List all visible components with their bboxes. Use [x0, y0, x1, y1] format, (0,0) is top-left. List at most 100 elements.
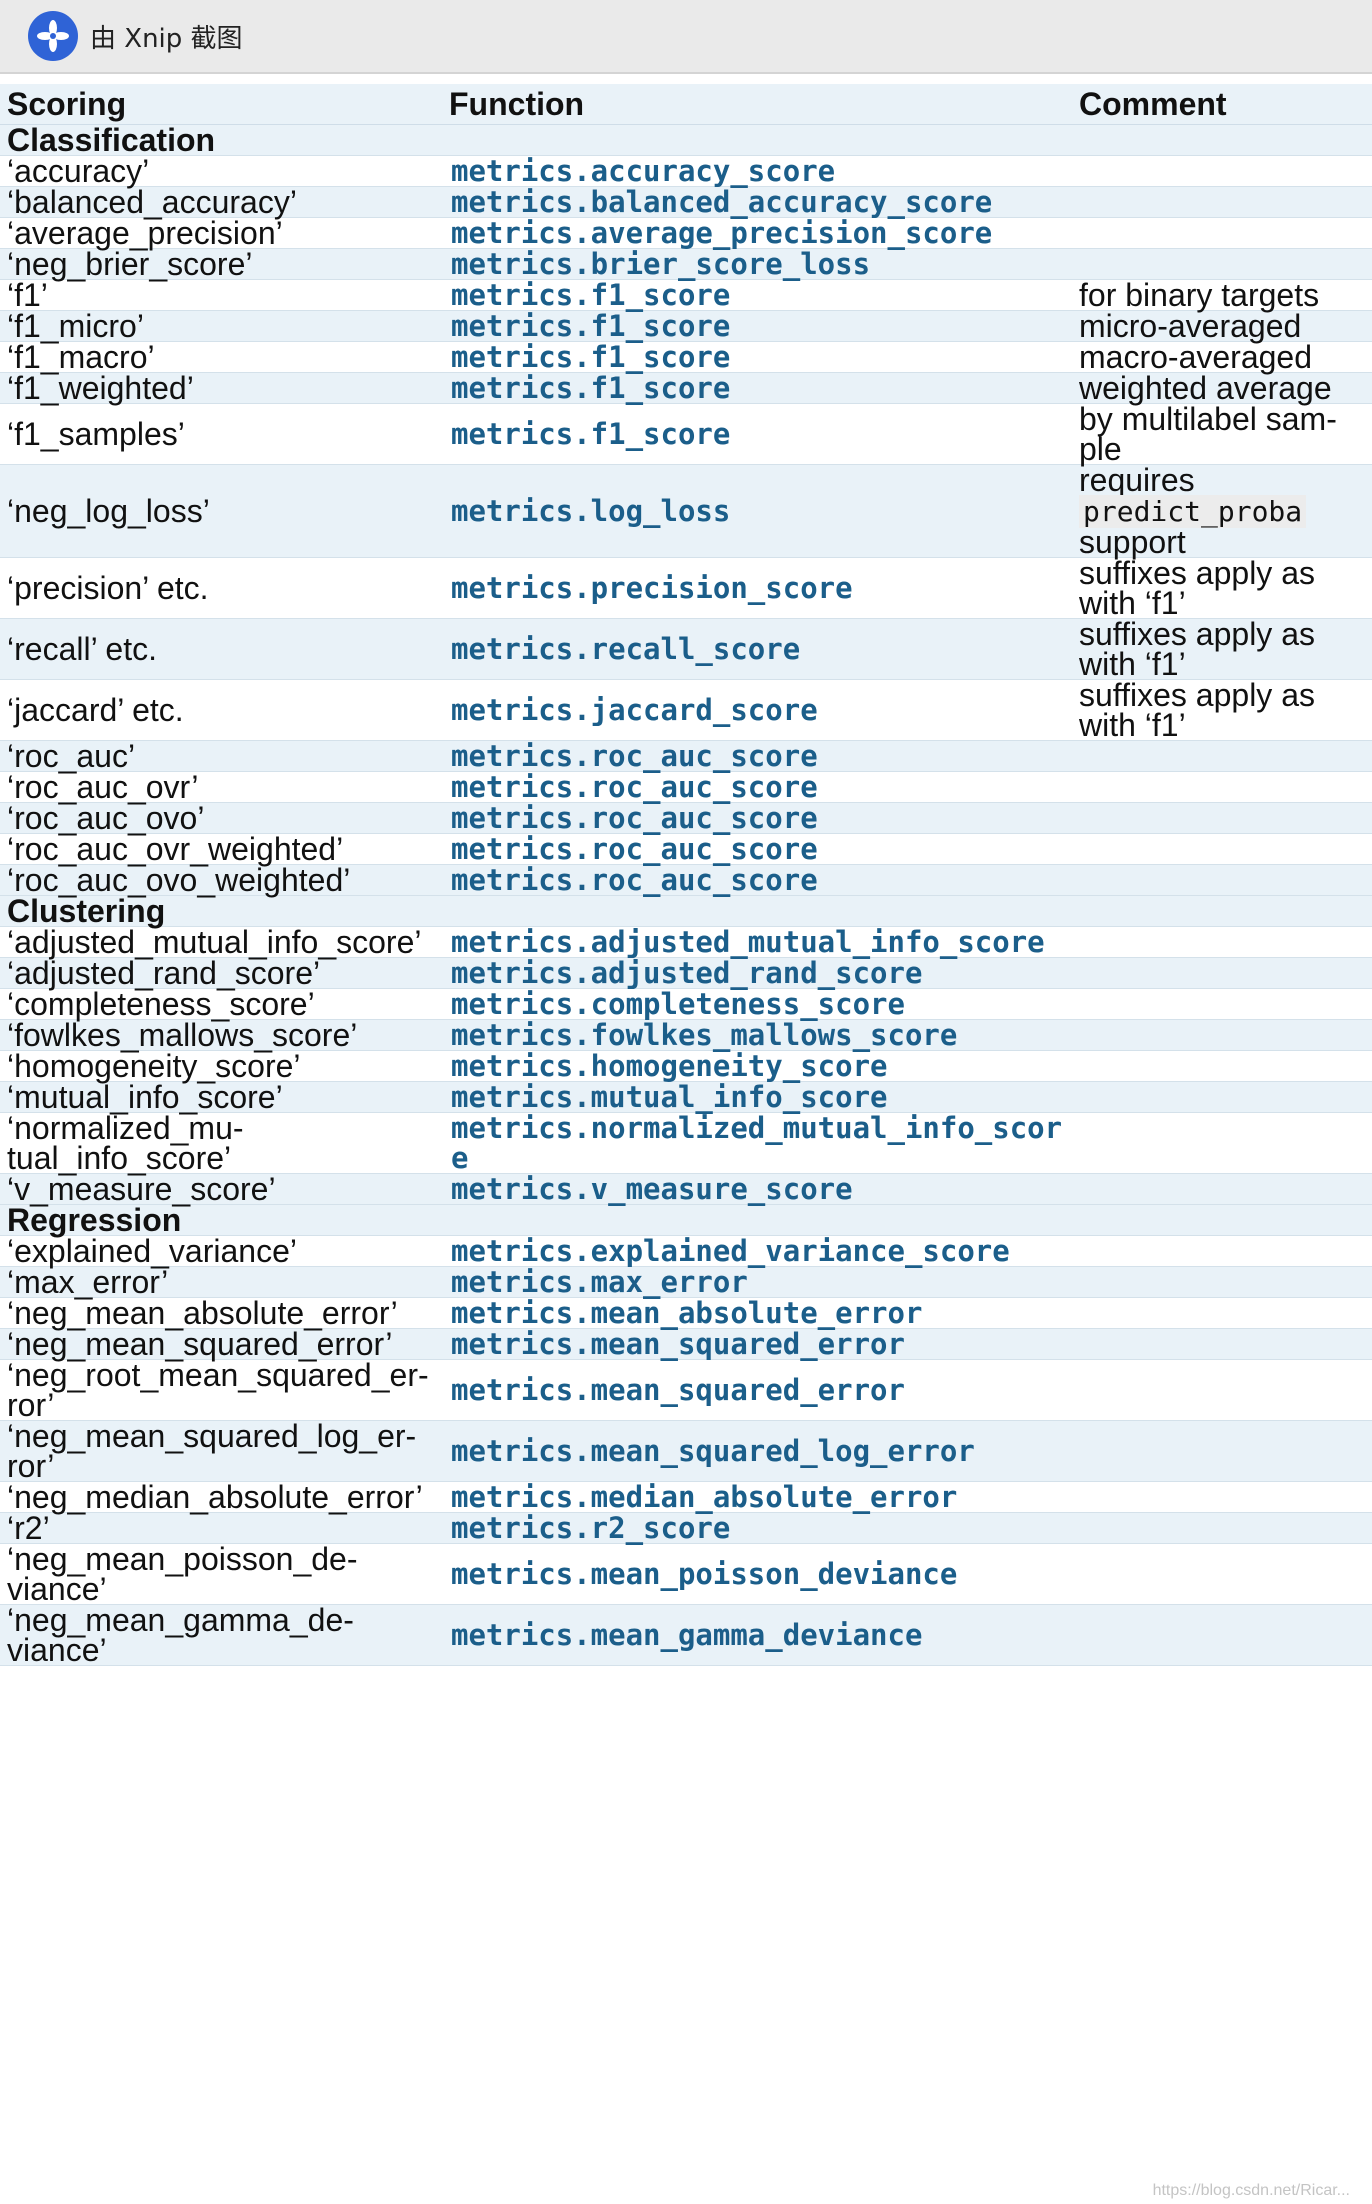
table-row: ‘normalized_mu-tual_info_score’ metrics.n…	[0, 1112, 1372, 1174]
table-row: ‘balanced_accuracy’ metrics.balanced_accu…	[0, 186, 1372, 218]
function-link[interactable]: metrics.roc_auc_score	[442, 740, 1072, 772]
comment-cell	[1072, 988, 1372, 1020]
comment-cell	[1072, 833, 1372, 865]
comment-cell	[1072, 1481, 1372, 1513]
pinwheel-icon	[37, 20, 69, 52]
table-row: ‘roc_auc’ metrics.roc_auc_score	[0, 740, 1372, 772]
function-link[interactable]: metrics.average_precision_score	[442, 217, 1072, 249]
scoring-cell: ‘completeness_score’	[0, 988, 442, 1020]
comment-cell	[1072, 771, 1372, 803]
table-row: ‘precision’ etc. metrics.precision_score s…	[0, 557, 1372, 619]
table-row: ‘neg_mean_squared_log_er-ror’ metrics.mea…	[0, 1420, 1372, 1482]
function-link[interactable]: metrics.mean_squared_error	[442, 1328, 1072, 1360]
comment-cell	[1072, 1173, 1372, 1205]
table-row: ‘explained_variance’ metrics.explained_va…	[0, 1235, 1372, 1267]
scoring-cell: ‘roc_auc_ovr_weighted’	[0, 833, 442, 865]
function-link[interactable]: metrics.f1_score	[442, 279, 1072, 311]
function-link[interactable]: metrics.roc_auc_score	[442, 833, 1072, 865]
function-link[interactable]: metrics.roc_auc_score	[442, 864, 1072, 896]
scoring-cell: ‘roc_auc’	[0, 740, 442, 772]
scoring-cell: ‘accuracy’	[0, 155, 442, 187]
section-title: Clustering	[0, 895, 1372, 927]
table-row: ‘adjusted_rand_score’ metrics.adjusted_ra…	[0, 957, 1372, 989]
function-link[interactable]: metrics.balanced_accuracy_score	[442, 186, 1072, 218]
scoring-cell: ‘average_precision’	[0, 217, 442, 249]
function-link[interactable]: metrics.mean_squared_log_error	[442, 1420, 1072, 1482]
function-link[interactable]: metrics.f1_score	[442, 310, 1072, 342]
comment-cell: macro-averaged	[1072, 341, 1372, 373]
comment-cell	[1072, 1359, 1372, 1421]
table-row: ‘neg_mean_gamma_de-viance’ metrics.mean_g…	[0, 1604, 1372, 1666]
function-link[interactable]: metrics.r2_score	[442, 1512, 1072, 1544]
table-row: ‘roc_auc_ovo_weighted’ metrics.roc_auc_sc…	[0, 864, 1372, 896]
function-link[interactable]: metrics.precision_score	[442, 557, 1072, 619]
scoring-cell: ‘neg_root_mean_squared_er-ror’	[0, 1359, 442, 1421]
table-row: ‘neg_mean_absolute_error’ metrics.mean_ab…	[0, 1297, 1372, 1329]
function-link[interactable]: metrics.adjusted_mutual_info_score	[442, 926, 1072, 958]
comment-cell	[1072, 957, 1372, 989]
comment-cell: for binary targets	[1072, 279, 1372, 311]
table-row: ‘max_error’ metrics.max_error	[0, 1266, 1372, 1298]
function-link[interactable]: metrics.mean_absolute_error	[442, 1297, 1072, 1329]
scoring-cell: ‘jaccard’ etc.	[0, 679, 442, 741]
scoring-cell: ‘neg_mean_gamma_de-viance’	[0, 1604, 442, 1666]
function-link[interactable]: metrics.completeness_score	[442, 988, 1072, 1020]
table-row: ‘f1_micro’ metrics.f1_score micro-averaged	[0, 310, 1372, 342]
function-link[interactable]: metrics.log_loss	[442, 464, 1072, 558]
function-link[interactable]: metrics.fowlkes_mallows_score	[442, 1019, 1072, 1051]
table-row: ‘neg_log_loss’ metrics.log_loss requires pr…	[0, 464, 1372, 558]
function-link[interactable]: metrics.accuracy_score	[442, 155, 1072, 187]
table-row: ‘jaccard’ etc. metrics.jaccard_score suffi…	[0, 679, 1372, 741]
comment-cell	[1072, 1420, 1372, 1482]
scoring-cell: ‘f1’	[0, 279, 442, 311]
scoring-cell: ‘fowlkes_mallows_score’	[0, 1019, 442, 1051]
scoring-cell: ‘r2’	[0, 1512, 442, 1544]
function-link[interactable]: metrics.mean_squared_error	[442, 1359, 1072, 1421]
comment-cell	[1072, 1050, 1372, 1082]
comment-cell	[1072, 1235, 1372, 1267]
window-title: 由 Xnip 截图	[90, 23, 243, 54]
table-row: ‘neg_root_mean_squared_er-ror’ metrics.me…	[0, 1359, 1372, 1421]
xnip-app-icon[interactable]	[28, 11, 78, 61]
comment-cell	[1072, 1328, 1372, 1360]
comment-cell	[1072, 1019, 1372, 1051]
scoring-cell: ‘f1_macro’	[0, 341, 442, 373]
function-link[interactable]: metrics.roc_auc_score	[442, 802, 1072, 834]
function-link[interactable]: metrics.homogeneity_score	[442, 1050, 1072, 1082]
function-link[interactable]: metrics.jaccard_score	[442, 679, 1072, 741]
section-row: Clustering	[0, 895, 1372, 927]
window-titlebar: 由 Xnip 截图	[0, 0, 1372, 74]
table-row: ‘recall’ etc. metrics.recall_score suffixe…	[0, 618, 1372, 680]
table-row: ‘r2’ metrics.r2_score	[0, 1512, 1372, 1544]
function-link[interactable]: metrics.brier_score_loss	[442, 248, 1072, 280]
scoring-table: Scoring Function Comment Classification ‘…	[0, 84, 1372, 1666]
function-link[interactable]: metrics.normalized_mutual_info_score	[442, 1112, 1072, 1174]
function-link[interactable]: metrics.mean_poisson_deviance	[442, 1543, 1072, 1605]
table-row: ‘f1_weighted’ metrics.f1_score weighted av…	[0, 372, 1372, 404]
function-link[interactable]: metrics.v_measure_score	[442, 1173, 1072, 1205]
scoring-cell: ‘f1_weighted’	[0, 372, 442, 404]
scoring-cell: ‘neg_mean_squared_log_er-ror’	[0, 1420, 442, 1482]
function-link[interactable]: metrics.recall_score	[442, 618, 1072, 680]
function-link[interactable]: metrics.mutual_info_score	[442, 1081, 1072, 1113]
table-row: ‘completeness_score’ metrics.completeness…	[0, 988, 1372, 1020]
scoring-cell: ‘neg_mean_absolute_error’	[0, 1297, 442, 1329]
scoring-cell: ‘explained_variance’	[0, 1235, 442, 1267]
function-link[interactable]: metrics.explained_variance_score	[442, 1235, 1072, 1267]
table-row: ‘neg_brier_score’ metrics.brier_score_los…	[0, 248, 1372, 280]
function-link[interactable]: metrics.f1_score	[442, 403, 1072, 465]
function-link[interactable]: metrics.mean_gamma_deviance	[442, 1604, 1072, 1666]
scoring-cell: ‘neg_log_loss’	[0, 464, 442, 558]
function-link[interactable]: metrics.adjusted_rand_score	[442, 957, 1072, 989]
function-link[interactable]: metrics.max_error	[442, 1266, 1072, 1298]
function-link[interactable]: metrics.f1_score	[442, 372, 1072, 404]
scoring-cell: ‘v_measure_score’	[0, 1173, 442, 1205]
table-row: ‘fowlkes_mallows_score’ metrics.fowlkes_m…	[0, 1019, 1372, 1051]
function-link[interactable]: metrics.median_absolute_error	[442, 1481, 1072, 1513]
table-row: ‘homogeneity_score’ metrics.homogeneity_s…	[0, 1050, 1372, 1082]
table-row: ‘accuracy’ metrics.accuracy_score	[0, 155, 1372, 187]
function-link[interactable]: metrics.roc_auc_score	[442, 771, 1072, 803]
function-link[interactable]: metrics.f1_score	[442, 341, 1072, 373]
header-function: Function	[442, 84, 1072, 125]
comment-cell	[1072, 186, 1372, 218]
